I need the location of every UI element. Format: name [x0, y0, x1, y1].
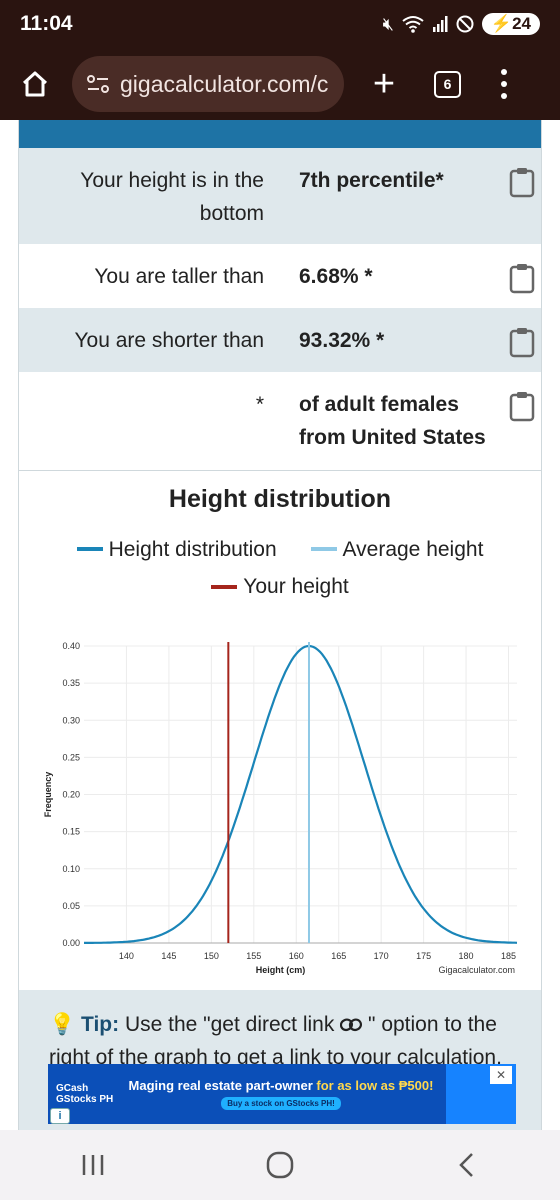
home-button[interactable]	[10, 59, 60, 109]
new-tab-button[interactable]: +	[364, 59, 404, 109]
status-time: 11:04	[20, 12, 73, 35]
y-axis-label: Frequency	[43, 772, 53, 818]
legend-item-average[interactable]: Average height	[310, 533, 484, 566]
result-label: You are taller than	[94, 265, 264, 288]
link-icon	[340, 1018, 363, 1032]
url-text: gigacalculator.com/c	[120, 70, 329, 97]
x-tick-label: 165	[331, 951, 346, 961]
tip-label: Tip:	[81, 1013, 120, 1036]
chart-watermark: Gigacalculator.com	[438, 965, 515, 975]
result-row-shorter: You are shorter than 93.32% *	[19, 308, 541, 372]
status-bar: 11:04 🔇︎ ⚡24	[0, 0, 560, 48]
y-tick-label: 0.30	[62, 715, 80, 725]
lightbulb-icon: 💡	[49, 1013, 76, 1036]
more-options-button[interactable]	[501, 66, 507, 102]
x-axis-label: Height (cm)	[256, 965, 306, 975]
x-tick-label: 155	[246, 951, 261, 961]
y-tick-label: 0.40	[62, 641, 80, 651]
x-tick-label: 185	[501, 951, 516, 961]
chart-legend: Height distribution Average height Your …	[19, 528, 541, 603]
result-value: of adult females from United States	[299, 393, 486, 449]
ad-brand: GCash GStocks PH	[56, 1083, 114, 1105]
legend-label: Average height	[342, 537, 484, 561]
header-strip	[19, 120, 541, 148]
home-circle-icon	[266, 1151, 294, 1179]
result-row-percentile: Your height is in the bottom 7th percent…	[19, 148, 541, 244]
result-value: 7th percentile*	[299, 169, 444, 192]
home-icon	[22, 71, 48, 97]
y-tick-label: 0.10	[62, 864, 80, 874]
legend-label: Height distribution	[108, 537, 277, 561]
back-icon	[458, 1153, 473, 1177]
ad-banner[interactable]: GCash GStocks PH Maging real estate part…	[48, 1064, 516, 1124]
y-tick-label: 0.00	[62, 938, 80, 948]
plus-icon: +	[372, 62, 396, 105]
x-tick-label: 150	[204, 951, 219, 961]
browser-toolbar: gigacalculator.com/c + 6	[0, 48, 560, 120]
recent-apps-button[interactable]	[63, 1140, 123, 1190]
x-tick-label: 175	[416, 951, 431, 961]
result-value: 93.32% *	[299, 329, 385, 352]
result-row-population: * of adult females from United States	[19, 372, 541, 468]
mute-icon: 🔇︎	[382, 13, 394, 34]
home-nav-button[interactable]	[250, 1140, 310, 1190]
no-disturb-icon	[456, 15, 474, 33]
tab-switcher-button[interactable]: 6	[434, 70, 461, 98]
recent-apps-icon	[83, 1155, 104, 1175]
ad-close-icon[interactable]: ✕	[490, 1066, 512, 1084]
wifi-icon	[402, 16, 424, 33]
height-distribution-chart: 0.00 0.05 0.10 0.15 0.20 0.25 0.30 0.35 0.40 140 1…	[43, 641, 518, 975]
legend-label: Your height	[243, 575, 349, 598]
ad-text: Maging real estate part-owner for as low…	[116, 1078, 446, 1111]
x-tick-label: 180	[459, 951, 474, 961]
ad-info-icon[interactable]: i	[50, 1108, 70, 1124]
clipboard-icon[interactable]	[509, 262, 535, 294]
x-tick-label: 170	[374, 951, 389, 961]
x-tick-label: 160	[289, 951, 304, 961]
back-button[interactable]	[437, 1140, 497, 1190]
clipboard-icon[interactable]	[509, 390, 535, 422]
clipboard-icon[interactable]	[509, 326, 535, 358]
address-bar[interactable]: gigacalculator.com/c	[72, 56, 344, 112]
page-content: Your height is in the bottom 7th percent…	[18, 120, 542, 1130]
site-settings-icon	[87, 75, 109, 93]
y-tick-label: 0.20	[62, 790, 80, 800]
ad-cta: Buy a stock on GStocks PH!	[221, 1096, 341, 1110]
y-tick-label: 0.35	[62, 678, 80, 688]
system-nav-bar	[0, 1130, 560, 1200]
y-tick-label: 0.25	[62, 752, 80, 762]
battery-indicator: ⚡24	[481, 13, 540, 35]
legend-item-distribution[interactable]: Height distribution	[76, 533, 277, 566]
clipboard-icon[interactable]	[509, 166, 535, 198]
y-tick-label: 0.15	[62, 827, 80, 837]
divider	[19, 470, 541, 471]
result-label: *	[255, 393, 264, 416]
legend-item-your-height[interactable]: Your height	[211, 570, 349, 603]
y-tick-label: 0.05	[62, 901, 80, 911]
result-value: 6.68% *	[299, 265, 373, 288]
result-row-taller: You are taller than 6.68% *	[19, 244, 541, 308]
result-label: You are shorter than	[74, 329, 264, 352]
result-label: Your height is in the bottom	[80, 169, 264, 225]
status-icons: 🔇︎ ⚡24	[383, 13, 540, 35]
ad-headline: Maging real estate part-owner for as low…	[128, 1077, 434, 1093]
tip-text: Use the "get direct link	[124, 1013, 335, 1036]
x-tick-label: 140	[119, 951, 134, 961]
signal-icon	[432, 16, 448, 32]
x-tick-label: 145	[161, 951, 176, 961]
chart-title: Height distribution	[168, 485, 392, 513]
